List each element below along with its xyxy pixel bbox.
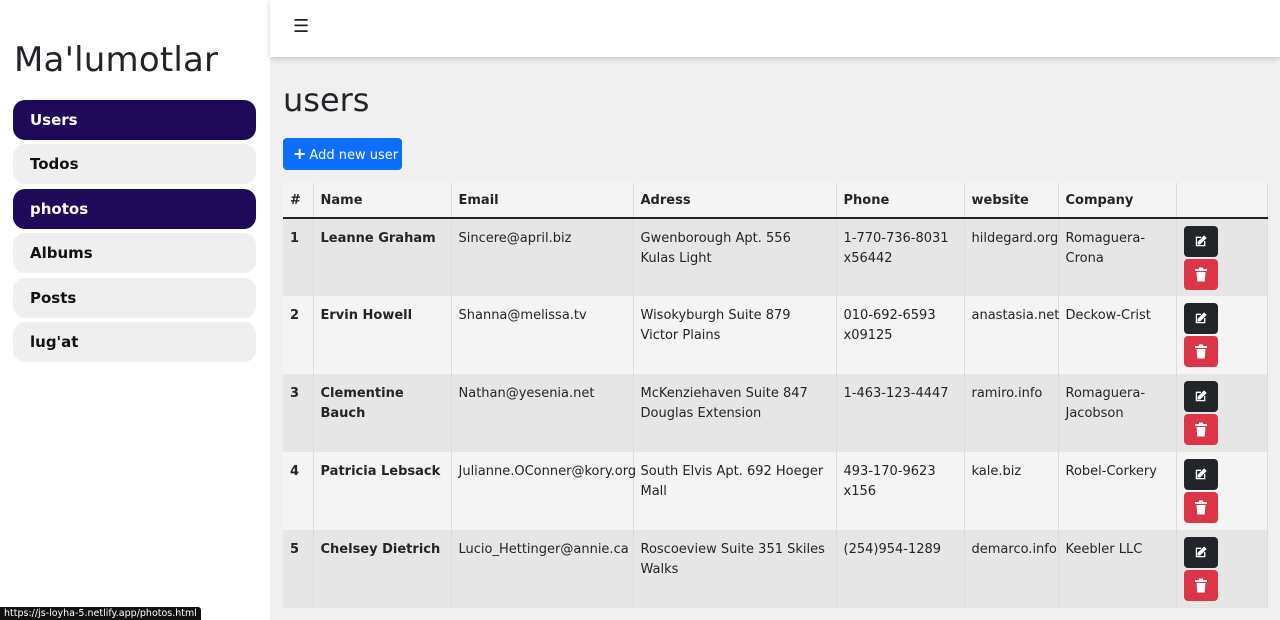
sidebar: Ma'lumotlar Users Todos photos Albums Po… (0, 0, 270, 620)
add-user-label: Add new user (309, 148, 399, 163)
cell-name: Ervin Howell (313, 296, 452, 374)
cell-phone: 1-770-736-8031 x56442 (836, 218, 965, 296)
cell-company: Deckow-Crist (1058, 296, 1177, 374)
cell-address: Wisokyburgh Suite 879 Victor Plains (633, 296, 837, 374)
table-row: 4 Patricia Lebsack Julianne.OConner@kory.o… (283, 452, 1268, 530)
cell-name: Patricia Lebsack (313, 452, 452, 530)
cell-id: 3 (283, 374, 314, 452)
delete-button[interactable] (1183, 492, 1218, 523)
sidebar-item-posts[interactable]: Posts (13, 278, 256, 318)
trash-icon (1194, 344, 1207, 359)
edit-icon (1195, 235, 1207, 247)
sidebar-item-photos[interactable]: photos (13, 189, 256, 229)
edit-button[interactable] (1183, 459, 1218, 490)
header-company: Company (1058, 183, 1177, 219)
header-actions (1176, 183, 1268, 219)
cell-email: Lucio_Hettinger@annie.ca (451, 530, 634, 608)
cell-website: demarco.info (964, 530, 1059, 608)
cell-email: Nathan@yesenia.net (451, 374, 634, 452)
cell-company: Romaguera-Jacobson (1058, 374, 1177, 452)
header-phone: Phone (836, 183, 965, 219)
cell-website: ramiro.info (964, 374, 1059, 452)
trash-icon (1194, 267, 1207, 282)
cell-email: Julianne.OConner@kory.org (451, 452, 636, 530)
brand-title: Ma'lumotlar (14, 40, 219, 80)
edit-button[interactable] (1183, 381, 1218, 412)
table-row: 2 Ervin Howell Shanna@melissa.tv Wisokyburg… (283, 296, 1268, 374)
cell-id: 1 (283, 218, 314, 296)
plus-icon: + (293, 144, 307, 163)
table-header-row: # Name Email Adress Phone website Compan… (283, 183, 1268, 219)
trash-icon (1194, 500, 1207, 515)
cell-company: Romaguera-Crona (1058, 218, 1177, 296)
table-row: 1 Leanne Graham Sincere@april.biz Gwenborou… (283, 218, 1268, 296)
cell-company: Keebler LLC (1058, 530, 1177, 608)
page-title: users (283, 81, 370, 119)
sidebar-item-lugat[interactable]: lug'at (13, 322, 256, 362)
cell-actions (1176, 452, 1268, 530)
cell-company: Robel-Corkery (1058, 452, 1177, 530)
cell-email: Sincere@april.biz (451, 218, 634, 296)
delete-button[interactable] (1183, 259, 1218, 290)
cell-phone: 1-463-123-4447 (836, 374, 965, 452)
edit-button[interactable] (1183, 537, 1218, 568)
users-table: # Name Email Adress Phone website Compan… (283, 183, 1268, 608)
cell-email: Shanna@melissa.tv (451, 296, 634, 374)
cell-id: 5 (283, 530, 314, 608)
header-website: website (964, 183, 1059, 219)
sidebar-item-users[interactable]: Users (13, 100, 256, 140)
edit-icon (1195, 468, 1207, 480)
cell-actions (1176, 296, 1268, 374)
cell-website: kale.biz (964, 452, 1059, 530)
cell-website: hildegard.org (964, 218, 1059, 296)
edit-icon (1195, 546, 1207, 558)
edit-icon (1195, 312, 1207, 324)
delete-button[interactable] (1183, 414, 1218, 445)
main-content: users + Add new user # Name Email Adress … (270, 57, 1280, 620)
header-address: Adress (633, 183, 837, 219)
cell-actions (1176, 218, 1268, 296)
trash-icon (1194, 578, 1207, 593)
cell-actions (1176, 530, 1268, 608)
cell-id: 2 (283, 296, 314, 374)
delete-button[interactable] (1183, 570, 1218, 601)
header-name: Name (313, 183, 452, 219)
sidebar-item-albums[interactable]: Albums (13, 233, 256, 273)
topbar: ☰ (270, 0, 1280, 57)
header-number: # (283, 183, 314, 219)
cell-phone: 010-692-6593 x09125 (836, 296, 965, 374)
edit-button[interactable] (1183, 303, 1218, 334)
add-user-button[interactable]: + Add new user (283, 138, 402, 170)
cell-website: anastasia.net (964, 296, 1059, 374)
cell-name: Chelsey Dietrich (313, 530, 452, 608)
cell-address: Gwenborough Apt. 556 Kulas Light (633, 218, 837, 296)
cell-phone: 493-170-9623 x156 (836, 452, 965, 530)
table-row: 3 Clementine Bauch Nathan@yesenia.net McKen… (283, 374, 1268, 452)
trash-icon (1194, 422, 1207, 437)
cell-phone: (254)954-1289 (836, 530, 965, 608)
sidebar-item-todos[interactable]: Todos (13, 144, 256, 184)
cell-address: Roscoeview Suite 351 Skiles Walks (633, 530, 837, 608)
edit-icon (1195, 390, 1207, 402)
table-row: 5 Chelsey Dietrich Lucio_Hettinger@annie.c… (283, 530, 1268, 608)
status-bar-url: https://js-loyha-5.netlify.app/photos.ht… (0, 607, 201, 620)
header-email: Email (451, 183, 634, 219)
cell-name: Clementine Bauch (313, 374, 452, 452)
edit-button[interactable] (1183, 226, 1218, 257)
cell-address: South Elvis Apt. 692 Hoeger Mall (633, 452, 837, 530)
delete-button[interactable] (1183, 336, 1218, 367)
cell-address: McKenziehaven Suite 847 Douglas Extensio… (633, 374, 837, 452)
cell-name: Leanne Graham (313, 218, 452, 296)
cell-id: 4 (283, 452, 314, 530)
hamburger-icon[interactable]: ☰ (293, 16, 309, 37)
cell-actions (1176, 374, 1268, 452)
